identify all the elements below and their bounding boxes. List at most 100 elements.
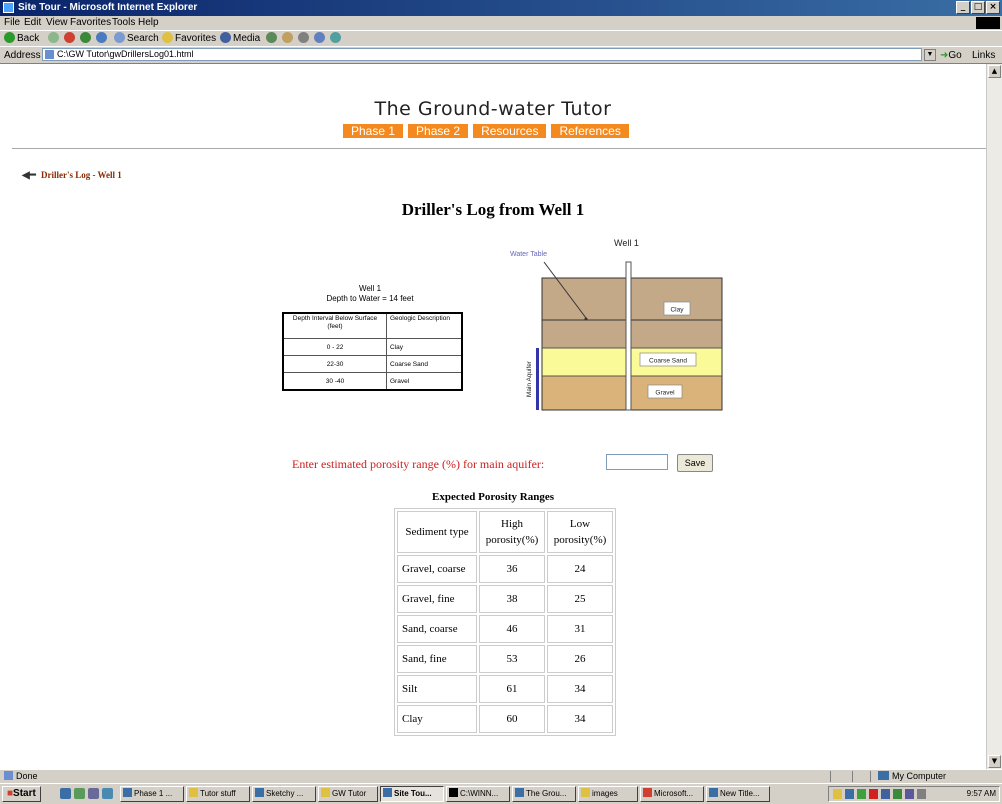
media-button[interactable]: Media [220, 32, 260, 44]
well-label: Well 1 [614, 238, 639, 248]
address-input[interactable]: C:\GW Tutor\gwDrillersLog01.html [42, 48, 922, 61]
taskbar-item[interactable]: Tutor stuff [186, 786, 250, 802]
taskbar-item[interactable]: C:\WINN... [446, 786, 510, 802]
edit-button[interactable] [314, 32, 327, 44]
menu-help[interactable]: Help [138, 17, 159, 28]
tray-volume-icon[interactable] [917, 789, 926, 799]
history-icon [266, 32, 277, 43]
ie-icon [383, 788, 392, 797]
maximize-button[interactable]: □ [971, 1, 985, 14]
address-label: Address [4, 50, 41, 61]
table-cell: 25 [547, 585, 613, 613]
well-log-caption-depth: Depth to Water = 14 feet [326, 294, 414, 303]
search-label: Search [127, 33, 159, 44]
task-label: The Grou... [526, 789, 567, 798]
stop-icon [64, 32, 75, 43]
menu-tools[interactable]: Tools [112, 17, 135, 28]
menu-favorites[interactable]: Favorites [70, 17, 111, 28]
gravel-label: Gravel [655, 390, 675, 397]
nav-resources[interactable]: Resources [473, 124, 547, 138]
table-header: High porosity(%) [479, 511, 545, 553]
table-row: 0 - 22 Clay [282, 338, 463, 356]
table-cell: 38 [479, 585, 545, 613]
favorites-button[interactable]: Favorites [162, 32, 216, 44]
forward-button[interactable] [48, 32, 61, 44]
tray-icon[interactable] [845, 789, 854, 799]
back-arrow-icon: ◀━ [22, 170, 36, 181]
taskbar-item[interactable]: Sketchy ... [252, 786, 316, 802]
scroll-down-button[interactable]: ▼ [988, 755, 1001, 768]
table-cell: Gravel, coarse [397, 555, 477, 583]
address-dropdown-button[interactable]: ▼ [924, 49, 936, 61]
taskbar-item-active[interactable]: Site Tou... [380, 786, 444, 802]
ie-logo-icon [3, 2, 14, 13]
print-button[interactable] [298, 32, 311, 44]
quick-launch-icon[interactable] [74, 788, 85, 799]
title-bar: Site Tour - Microsoft Internet Explorer … [0, 0, 1002, 16]
history-button[interactable] [266, 32, 279, 44]
tray-icon[interactable] [893, 789, 902, 799]
table-cell: Gravel [386, 372, 463, 391]
tray-icon[interactable] [905, 789, 914, 799]
tray-icon[interactable] [833, 789, 842, 799]
forward-arrow-icon [48, 32, 59, 43]
status-divider [870, 771, 871, 782]
porosity-input[interactable] [606, 454, 668, 470]
address-bar: Address C:\GW Tutor\gwDrillersLog01.html… [0, 46, 1002, 64]
taskbar-clock[interactable]: 9:57 AM [967, 789, 996, 798]
page-viewport: The Ground-water Tutor Phase 1 Phase 2 R… [0, 64, 986, 769]
table-header: Geologic Description [386, 312, 463, 339]
go-button[interactable]: ➜Go [940, 50, 962, 61]
tray-icon[interactable] [881, 789, 890, 799]
vertical-scrollbar[interactable]: ▲ ▼ [986, 64, 1002, 769]
main-aquifer-label: Main Aquifer [526, 360, 533, 397]
favorites-icon [162, 32, 173, 43]
nav-references[interactable]: References [551, 124, 629, 138]
menu-file[interactable]: File [4, 17, 20, 28]
start-label: Start [13, 788, 36, 799]
save-button[interactable]: Save [677, 454, 713, 472]
quick-launch-outlook-icon[interactable] [102, 788, 113, 799]
taskbar-item[interactable]: The Grou... [512, 786, 576, 802]
table-cell: 34 [547, 675, 613, 703]
table-header-row: Depth Interval Below Surface (feet) Geol… [282, 312, 463, 339]
links-button[interactable]: Links [972, 50, 995, 61]
quick-launch-ie-icon[interactable] [60, 788, 71, 799]
menu-view[interactable]: View [46, 17, 68, 28]
refresh-button[interactable] [80, 32, 93, 44]
table-row: Silt 61 34 [397, 675, 613, 703]
breadcrumb[interactable]: ◀━ Driller's Log - Well 1 [22, 170, 122, 181]
edit-icon [314, 32, 325, 43]
back-button[interactable]: Back [4, 32, 39, 44]
menu-edit[interactable]: Edit [24, 17, 41, 28]
taskbar-item[interactable]: Phase 1 ... [120, 786, 184, 802]
search-button[interactable]: Search [114, 32, 159, 44]
header-divider [12, 148, 986, 149]
minimize-button[interactable]: _ [956, 1, 970, 14]
scroll-up-button[interactable]: ▲ [988, 65, 1001, 78]
table-row: Gravel, coarse 36 24 [397, 555, 613, 583]
task-label: C:\WINN... [460, 789, 499, 798]
nav-phase-1[interactable]: Phase 1 [343, 124, 404, 138]
mail-button[interactable] [282, 32, 295, 44]
tray-norton-icon[interactable] [869, 789, 878, 799]
taskbar-item[interactable]: GW Tutor [318, 786, 378, 802]
task-label: Tutor stuff [200, 789, 236, 798]
home-button[interactable] [96, 32, 109, 44]
table-cell: 26 [547, 645, 613, 673]
start-button[interactable]: ■Start [2, 786, 41, 802]
task-label: New Title... [720, 789, 760, 798]
nav-phase-2[interactable]: Phase 2 [408, 124, 469, 138]
menu-bar: File Edit View Favorites Tools Help [0, 16, 1002, 30]
close-button[interactable]: × [986, 1, 1000, 14]
taskbar-item[interactable]: New Title... [706, 786, 770, 802]
table-row: Gravel, fine 38 25 [397, 585, 613, 613]
quick-launch-desktop-icon[interactable] [88, 788, 99, 799]
taskbar-item[interactable]: Microsoft... [640, 786, 704, 802]
stop-button[interactable] [64, 32, 77, 44]
table-cell: 46 [479, 615, 545, 643]
table-cell: Clay [397, 705, 477, 733]
discuss-button[interactable] [330, 32, 343, 44]
tray-icon[interactable] [857, 789, 866, 799]
taskbar-item[interactable]: images [578, 786, 638, 802]
